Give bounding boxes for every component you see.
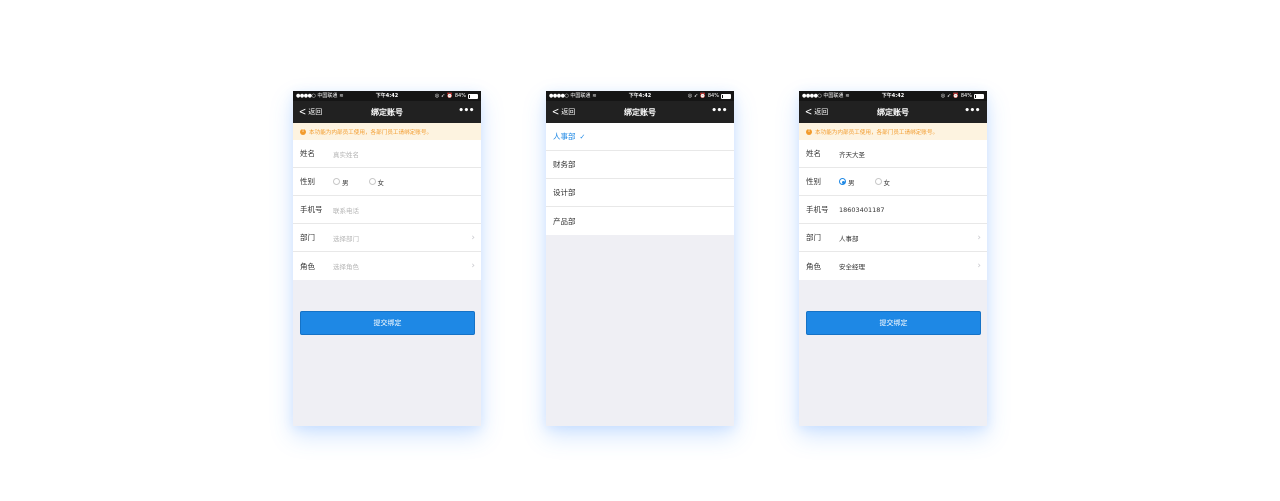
department-label: 部门 [806,233,821,242]
status-bar: ●●●●○ 中国联通 ≋ 下午4:42 ◎ ➶ ⏰ 84% [546,91,734,101]
role-label: 角色 [300,261,315,271]
department-option-label: 设计部 [553,188,576,197]
nav-bar: < 返回 绑定账号 ••• [546,101,734,123]
department-row[interactable]: 部门 选择部门 › [293,224,481,252]
role-label: 角色 [806,261,821,271]
info-icon: ! [300,128,306,135]
department-option-finance[interactable]: 财务部 [546,151,734,179]
gender-male-radio[interactable]: 男 [333,177,349,187]
submit-button[interactable]: 提交绑定 [300,311,475,335]
more-menu-icon[interactable]: ••• [964,101,980,123]
gender-female-label: 女 [377,178,385,187]
department-option-label: 产品部 [553,216,576,226]
bind-form: 姓名 真实姓名 性别 男 女 手机号 联系电话 部门 选择部门 › 角色 选择角… [293,140,481,280]
gender-male-label: 男 [848,178,855,187]
name-row[interactable]: 姓名 齐天大圣 [799,140,987,168]
page-title: 绑定账号 [877,107,909,117]
back-label: 返回 [814,108,829,116]
nav-bar: < 返回 绑定账号 ••• [293,101,481,123]
status-icons: ◎ ➶ ⏰ [687,93,706,99]
department-option-label: 人事部 [553,132,576,141]
department-option-product[interactable]: 产品部 [546,207,734,235]
back-button[interactable]: < 返回 [804,101,828,123]
chevron-left-icon: < [804,105,813,118]
notice-banner: ! 本功能为内部员工使用，各部门员工请绑定账号。 [799,123,987,140]
department-label: 部门 [300,233,315,242]
phone-screen-empty-form: ●●●●○ 中国联通 ≋ 下午4:42 ◎ ➶ ⏰ 84% < 返回 绑定账号 … [293,91,481,426]
phone-label: 手机号 [806,205,829,214]
gender-female-radio[interactable]: 女 [874,177,891,187]
phone-input[interactable]: 18603401187 [839,206,885,214]
name-input[interactable]: 真实姓名 [333,149,359,159]
battery-icon [468,93,478,99]
department-option-label: 财务部 [553,160,576,169]
notice-banner: ! 本功能为内部员工使用，各部门员工请绑定账号。 [293,123,481,140]
radio-unchecked-icon [874,178,882,185]
back-button[interactable]: < 返回 [551,101,575,123]
notice-text: 本功能为内部员工使用，各部门员工请绑定账号。 [309,129,433,136]
battery-icon [721,93,731,99]
name-label: 姓名 [300,149,315,158]
gender-female-label: 女 [883,178,891,187]
department-row[interactable]: 部门 人事部 › [799,224,987,252]
chevron-right-icon: › [471,233,475,243]
back-label: 返回 [561,108,576,116]
role-row[interactable]: 角色 安全经理 › [799,252,987,280]
gender-female-radio[interactable]: 女 [368,177,385,187]
battery-icon [974,93,984,99]
gender-row: 性别 男 女 [799,168,987,196]
page-title: 绑定账号 [624,107,656,117]
name-label: 姓名 [806,149,821,158]
name-input[interactable]: 齐天大圣 [839,149,865,159]
check-icon: ✓ [579,132,586,141]
back-button[interactable]: < 返回 [298,101,322,123]
role-select[interactable]: 选择角色 [333,261,359,271]
chevron-left-icon: < [298,105,307,118]
gender-label: 性别 [300,177,315,186]
battery-percent: 84% [960,93,972,99]
phone-row[interactable]: 手机号 18603401187 [799,196,987,224]
phone-row[interactable]: 手机号 联系电话 [293,196,481,224]
radio-unchecked-icon [333,178,340,185]
department-option-design[interactable]: 设计部 [546,179,734,207]
status-bar: ●●●●○ 中国联通 ≋ 下午4:42 ◎ ➶ ⏰ 84% [799,91,987,101]
gender-radio-group: 男 女 [839,177,890,187]
department-option-hr[interactable]: 人事部 ✓ [546,123,734,151]
phone-input[interactable]: 联系电话 [333,205,359,215]
gender-row: 性别 男 女 [293,168,481,196]
bind-form: 姓名 齐天大圣 性别 男 女 手机号 18603401187 部门 人事部 › … [799,140,987,280]
gender-label: 性别 [806,177,821,186]
name-row[interactable]: 姓名 真实姓名 [293,140,481,168]
more-menu-icon[interactable]: ••• [458,101,474,123]
battery-percent: 84% [707,93,719,99]
department-select[interactable]: 选择部门 [333,233,359,243]
role-row[interactable]: 角色 选择角色 › [293,252,481,280]
department-select[interactable]: 人事部 [839,233,859,243]
radio-checked-icon [839,178,846,185]
department-list: 人事部 ✓ 财务部 设计部 产品部 [546,123,734,235]
gender-male-radio[interactable]: 男 [839,177,855,187]
phone-label: 手机号 [300,205,323,214]
gender-radio-group: 男 女 [333,177,384,187]
chevron-right-icon: › [977,233,981,243]
status-bar: ●●●●○ 中国联通 ≋ 下午4:42 ◎ ➶ ⏰ 84% [293,91,481,101]
nav-bar: < 返回 绑定账号 ••• [799,101,987,123]
submit-button[interactable]: 提交绑定 [806,311,981,335]
phone-screen-filled-form: ●●●●○ 中国联通 ≋ 下午4:42 ◎ ➶ ⏰ 84% < 返回 绑定账号 … [799,91,987,426]
page-title: 绑定账号 [371,107,403,117]
info-icon: ! [806,128,812,135]
status-icons: ◎ ➶ ⏰ [940,93,959,99]
battery-percent: 84% [454,93,466,99]
status-icons: ◎ ➶ ⏰ [434,93,453,99]
notice-text: 本功能为内部员工使用，各部门员工请绑定账号。 [815,129,939,136]
role-select[interactable]: 安全经理 [839,261,865,271]
chevron-left-icon: < [551,105,560,118]
chevron-right-icon: › [977,261,981,271]
phone-screen-department-picker: ●●●●○ 中国联通 ≋ 下午4:42 ◎ ➶ ⏰ 84% < 返回 绑定账号 … [546,91,734,426]
back-label: 返回 [308,108,323,116]
chevron-right-icon: › [471,261,475,271]
radio-unchecked-icon [368,178,376,185]
gender-male-label: 男 [342,178,349,187]
more-menu-icon[interactable]: ••• [711,101,727,123]
